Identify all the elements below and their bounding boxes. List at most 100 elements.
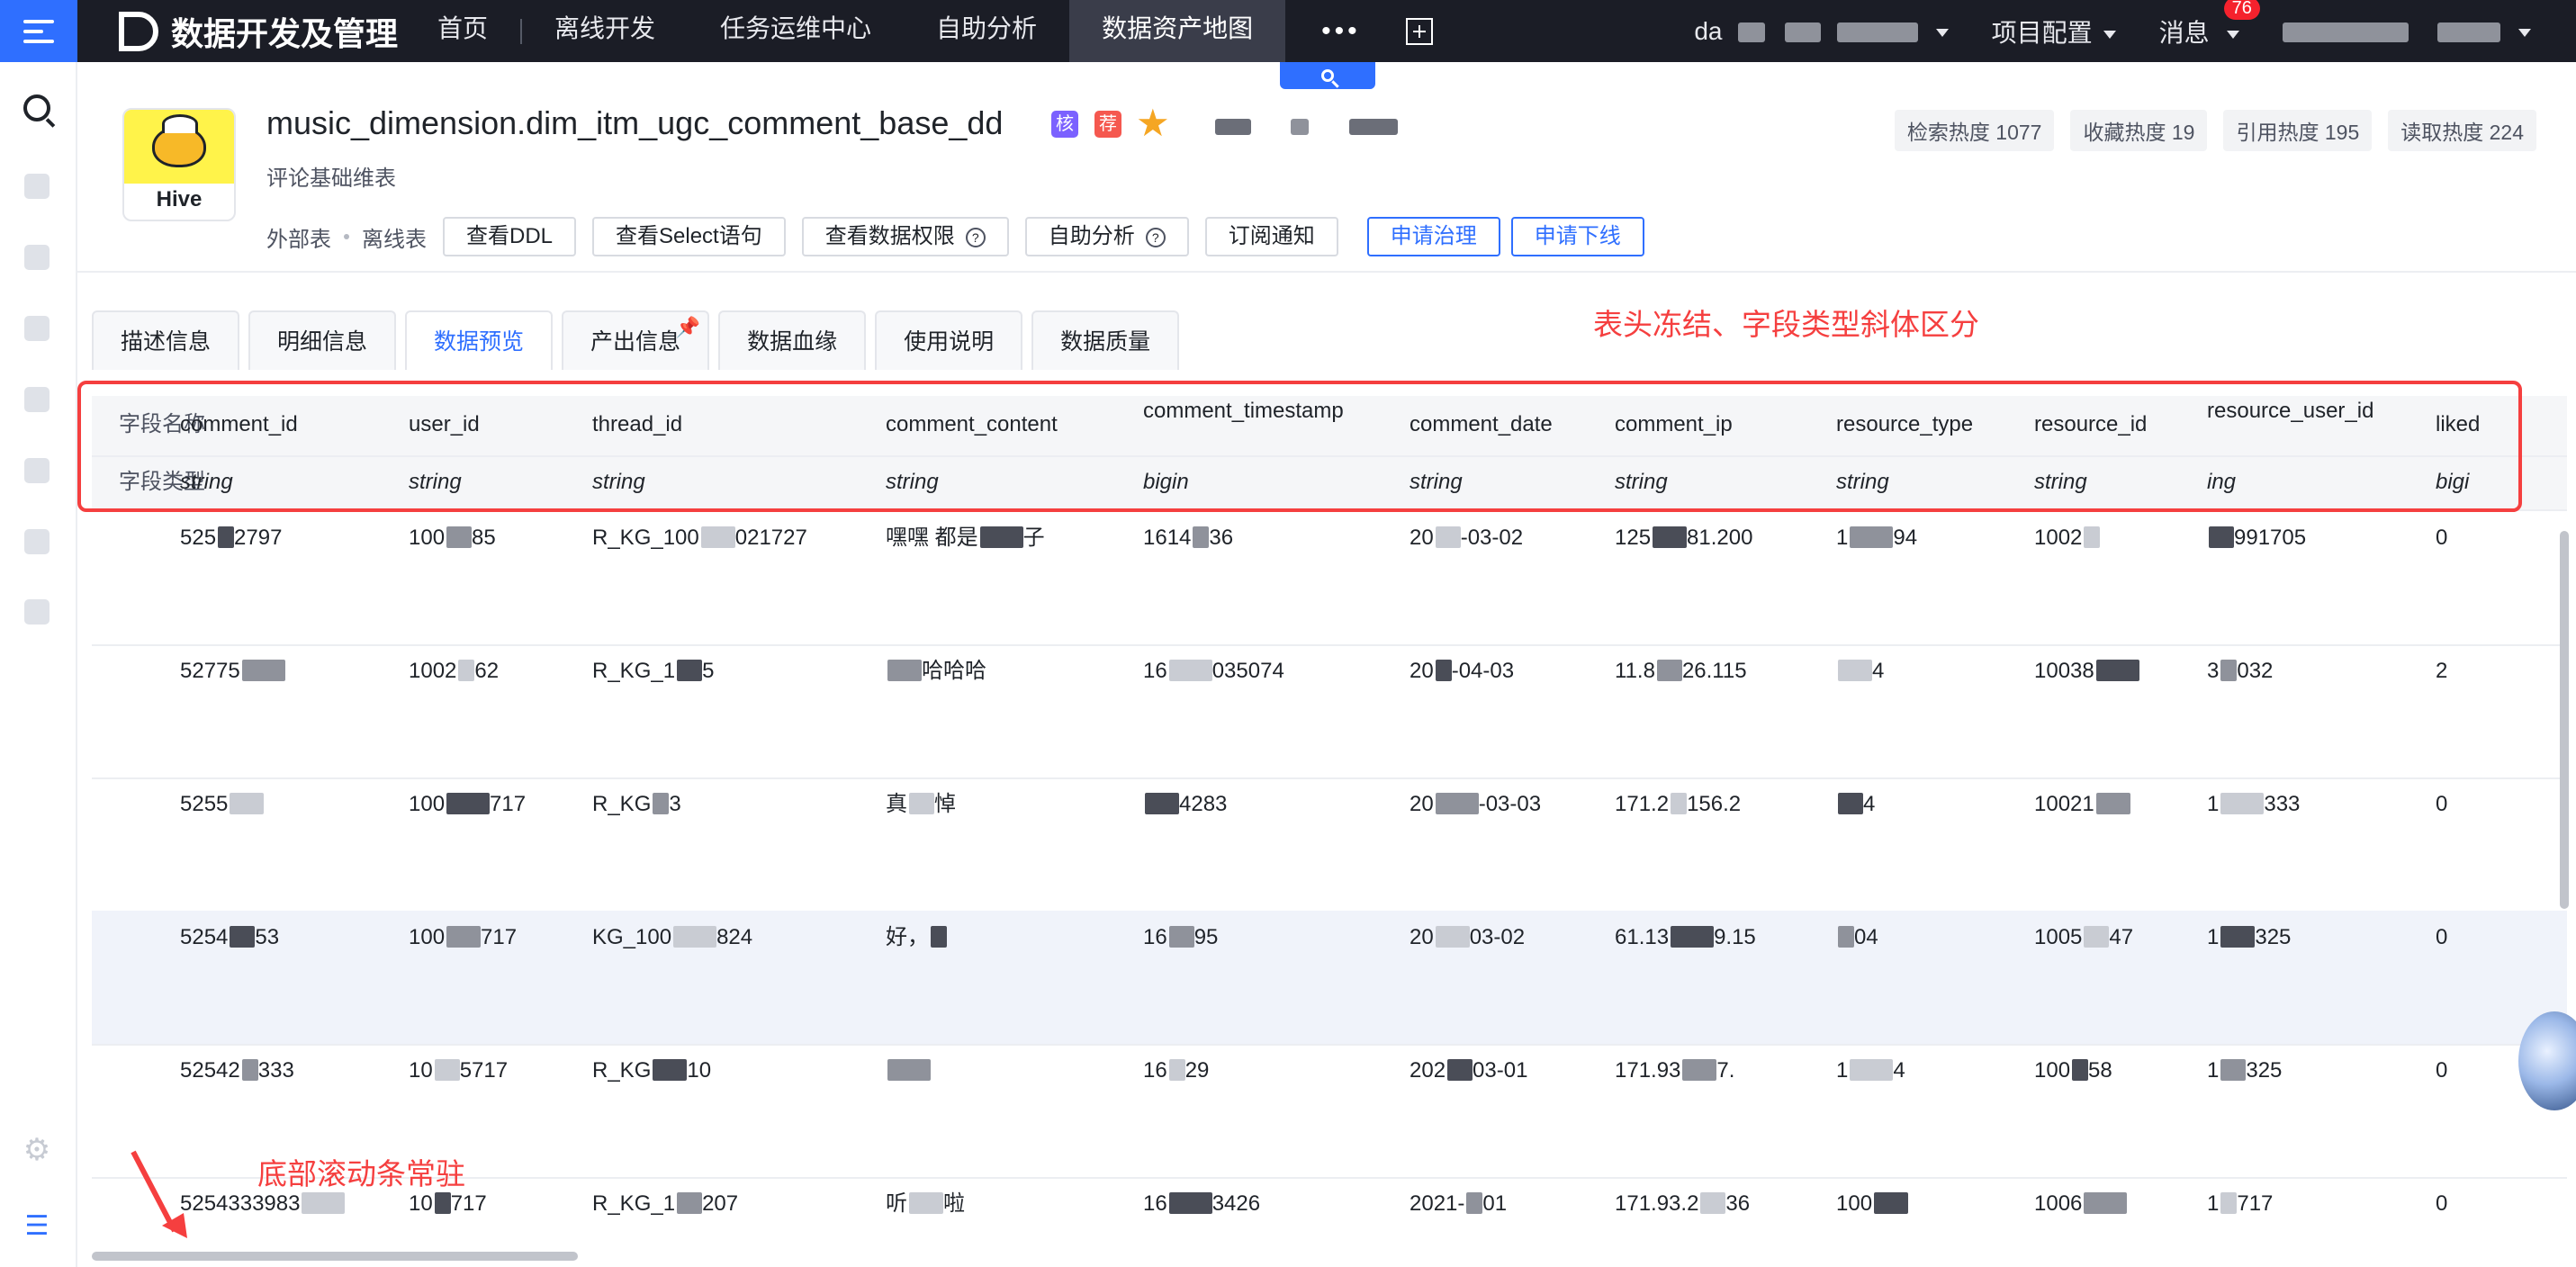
sidebar-item-warehouse[interactable] [18, 381, 56, 418]
masked-value [1466, 1192, 1483, 1214]
annotation-header-note: 表头冻结、字段类型斜体区分 [1593, 308, 1979, 341]
column-header[interactable]: resource_id [2034, 410, 2205, 439]
masked-value [241, 660, 285, 681]
sidebar-item-users[interactable] [18, 523, 56, 561]
data-preview-grid[interactable]: 字段名称 comment_id user_id thread_id comment_co… [92, 396, 2567, 1260]
column-header[interactable]: comment_content [886, 410, 1120, 439]
cell-value: 525 [180, 526, 217, 550]
masked-value [979, 526, 1023, 548]
sidebar: ⚙ ☰ [0, 62, 77, 1267]
tab-usage[interactable]: 使用说明 [875, 310, 1023, 370]
masked-value [446, 526, 473, 548]
nav-item-home[interactable]: 首页 [405, 0, 520, 62]
column-header[interactable]: comment_id [180, 410, 360, 439]
favorite-star-icon[interactable]: ★ [1136, 103, 1170, 144]
more-icon[interactable]: ••• [1321, 16, 1361, 47]
apply-offline-button[interactable]: 申请下线 [1510, 217, 1644, 256]
help-icon: ? [1145, 228, 1166, 247]
table-row[interactable]: 525 2797 100 85 R_KG_100 021727 嘿嘿 都是 子 1614 36 20… [92, 511, 2567, 646]
nav-item-self-analysis[interactable]: 自助分析 [904, 0, 1069, 62]
column-header[interactable]: resource_user_id [2207, 397, 2423, 426]
table-row[interactable]: 52775 1002 62 R_KG_1 5 哈哈哈 16 035074 20 -04-03 11.… [92, 644, 2567, 779]
tab-output-info-label: 产出信息 [590, 329, 681, 355]
cell-value: 1 [1836, 1058, 1849, 1083]
cell-value-tail: 5717 [459, 1058, 509, 1083]
nav-item-task-ops[interactable]: 任务运维中心 [688, 0, 904, 62]
column-header[interactable]: thread_id [592, 410, 862, 439]
column-header[interactable]: comment_timestamp [1143, 397, 1386, 426]
view-select-button[interactable]: 查看Select语句 [592, 217, 786, 256]
table-cell: 10 717 [409, 1190, 487, 1218]
cell-value: 10021 [2034, 792, 2094, 816]
table-cell: 2021- 01 [1410, 1190, 1507, 1218]
column-header[interactable]: user_id [409, 410, 580, 439]
favorite-hotness-badge: 收藏热度 19 [2070, 110, 2208, 151]
sidebar-collapse-button[interactable]: ☰ [18, 1208, 56, 1245]
cell-value-tail: 991705 [2234, 526, 2307, 550]
tab-description[interactable]: 描述信息 [92, 310, 240, 370]
sidebar-item-assets[interactable] [18, 310, 56, 347]
view-ddl-label: 查看DDL [466, 224, 554, 248]
masked-value [434, 1059, 460, 1081]
nav-item-asset-map[interactable]: 数据资产地图 [1069, 0, 1286, 62]
column-header[interactable]: comment_date [1410, 410, 1599, 439]
user-menu[interactable] [2283, 17, 2531, 46]
table-cell: 1005 47 [2034, 923, 2133, 952]
messages-menu[interactable]: 消息 76 [2159, 0, 2260, 49]
table-cell: 525 2797 [180, 524, 282, 553]
cell-value: 1 [2207, 792, 2220, 816]
table-row[interactable]: 5255 100 717 R_KG 3 真悼 4283 20 -03-03 171.2 156.2 4… [92, 777, 2567, 912]
global-search-button[interactable] [1280, 62, 1375, 89]
cell-value: 16 [1143, 925, 1167, 949]
tab-data-preview[interactable]: 数据预览 [405, 310, 554, 370]
table-cell: 5255 [180, 790, 265, 819]
vertical-scrollbar[interactable] [2560, 531, 2569, 909]
table-cell: 16 3426 [1143, 1190, 1260, 1218]
detail-tabs: 描述信息 明细信息 数据预览 产出信息 📌 数据血缘 使用说明 数据质量 [92, 310, 1188, 370]
sidebar-item-home[interactable] [18, 167, 56, 205]
cell-value-tail: 7. [1716, 1058, 1735, 1083]
column-type: string [1615, 470, 1668, 494]
sidebar-item-folders[interactable] [18, 593, 56, 631]
apply-offline-label: 申请下线 [1534, 224, 1621, 248]
sidebar-item-asset-search[interactable] [18, 89, 56, 127]
cell-value: 100 [409, 526, 446, 550]
tab-quality[interactable]: 数据质量 [1031, 310, 1180, 370]
workspace-selector[interactable]: da [1694, 17, 1949, 46]
view-ddl-button[interactable]: 查看DDL [443, 217, 577, 256]
apply-govern-button[interactable]: 申请治理 [1366, 217, 1500, 256]
user-icon [24, 529, 50, 554]
tab-lineage[interactable]: 数据血缘 [718, 310, 867, 370]
table-row[interactable]: 5254 53 100 717 KG_100 824 好， 16 95 20 03-02 61.13 9… [92, 911, 2567, 1046]
app-logo[interactable]: 数据开发及管理 [119, 9, 398, 54]
masked-value [1700, 1192, 1726, 1214]
add-icon[interactable] [1405, 17, 1433, 45]
self-analysis-button[interactable]: 自助分析? [1024, 217, 1189, 256]
sidebar-item-documents[interactable] [18, 238, 56, 276]
tab-output-info[interactable]: 产出信息 📌 [562, 310, 710, 370]
menu-toggle-button[interactable] [0, 0, 77, 62]
cell-value-tail: 36 [1209, 526, 1234, 550]
cell-value-tail: -03-03 [1478, 792, 1542, 816]
cell-value-tail: 36 [1725, 1191, 1751, 1216]
subscribe-button[interactable]: 订阅通知 [1204, 217, 1338, 256]
table-cell: 171.2 156.2 [1615, 790, 1741, 819]
masked-value [909, 1192, 943, 1214]
view-permissions-button[interactable]: 查看数据权限? [801, 217, 1009, 256]
nav-item-offline-dev[interactable]: 离线开发 [522, 0, 688, 62]
project-config-menu[interactable]: 项目配置 [1992, 13, 2116, 49]
column-header[interactable]: liked [2436, 410, 2490, 439]
cell-value: 真 [886, 792, 907, 816]
tab-details[interactable]: 明细信息 [248, 310, 397, 370]
table-cell: R_KG 3 [592, 790, 681, 819]
cell-value: 171.2 [1615, 792, 1670, 816]
cell-value-tail: 333 [2264, 792, 2301, 816]
sidebar-item-settings[interactable]: ⚙ [18, 1131, 56, 1169]
sidebar-item-apps[interactable] [18, 452, 56, 490]
column-header[interactable]: comment_ip [1615, 410, 1822, 439]
column-header[interactable]: resource_type [1836, 410, 2016, 439]
table-cell: 100 717 [409, 790, 526, 819]
column-type: string [592, 470, 645, 494]
masked-value [1435, 660, 1452, 681]
cell-value-tail: 悼 [934, 792, 956, 816]
